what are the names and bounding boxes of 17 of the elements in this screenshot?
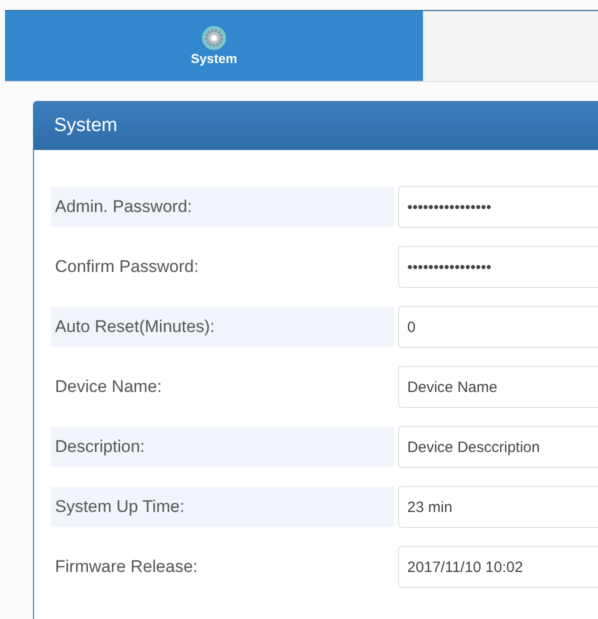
field-label: System Up Time: <box>51 487 394 527</box>
field-label: Device Name: <box>54 376 163 398</box>
nav-tab[interactable]: System <box>5 11 423 81</box>
panel-title: System <box>54 115 118 137</box>
field-label: Firmware Release: <box>54 556 199 578</box>
input-field[interactable]: Device Name <box>398 366 598 408</box>
input-field[interactable]: 2017/11/10 10:02 <box>398 546 598 588</box>
input-field[interactable]: 23 min <box>398 486 598 528</box>
input-field[interactable]: •••••••••••••••• <box>398 186 598 228</box>
input-field[interactable]: 0 <box>398 306 598 348</box>
field-label: Confirm Password: <box>54 256 200 278</box>
field-label: Admin. Password: <box>51 187 394 227</box>
gear-icon <box>202 26 226 50</box>
field-label: Description: <box>51 427 394 467</box>
field-label: Auto Reset(Minutes): <box>51 307 394 347</box>
input-field[interactable]: •••••••••••••••• <box>398 246 598 288</box>
input-field[interactable]: Device Desccription <box>398 426 598 468</box>
